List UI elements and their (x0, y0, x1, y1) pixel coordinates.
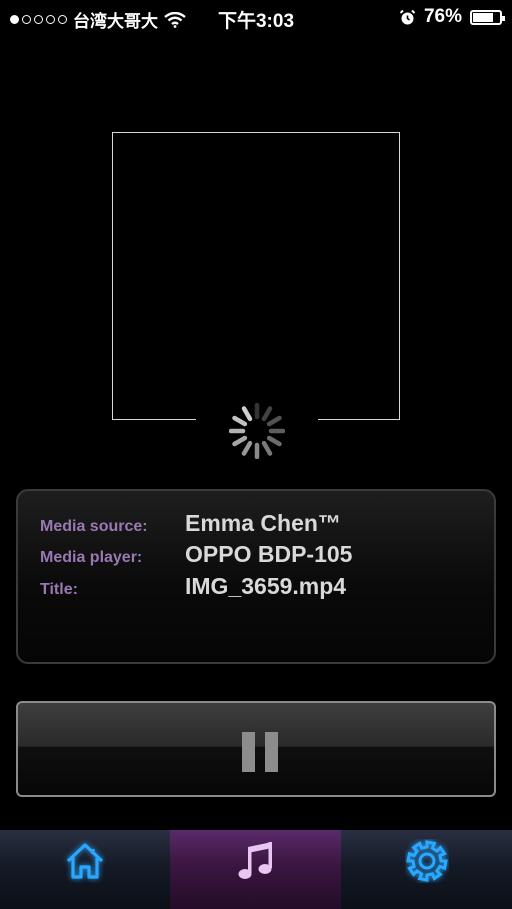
tab-music[interactable] (170, 830, 341, 909)
battery-percent: 76% (423, 6, 462, 27)
spinner-spoke (232, 435, 248, 447)
tab-settings[interactable] (341, 830, 512, 909)
media-source-row: Media source: Emma Chen™ (40, 510, 341, 537)
media-source-label: Media source: (40, 518, 148, 535)
media-player-label: Media player: (40, 549, 143, 566)
media-info-panel: Media source: Emma Chen™ Media player: O… (16, 489, 496, 664)
title-value: IMG_3659.mp4 (185, 573, 347, 599)
battery-icon (470, 9, 505, 25)
media-source-value: Emma Chen™ (185, 510, 341, 536)
media-player-value: OPPO BDP-105 (185, 541, 353, 567)
alarm-icon (399, 9, 416, 24)
home-icon (66, 843, 104, 879)
status-right: 76% (399, 6, 505, 28)
title-row: Title: IMG_3659.mp4 (40, 573, 346, 600)
media-player-row: Media player: OPPO BDP-105 (40, 541, 352, 568)
pause-icon (242, 732, 278, 772)
status-bar: 台湾大哥大 下午3:03 76% (0, 0, 512, 34)
spinner-spoke (232, 415, 248, 427)
loading-spinner-icon (229, 403, 285, 459)
music-note-icon (238, 842, 272, 879)
spinner-spoke (241, 406, 253, 422)
spinner-spoke (241, 440, 253, 456)
tab-home[interactable] (0, 830, 170, 909)
spinner-spoke (261, 440, 273, 456)
pause-button[interactable] (16, 701, 496, 797)
tab-bar (0, 830, 512, 909)
spinner-spoke (266, 435, 282, 447)
title-label: Title: (40, 581, 78, 598)
spinner-spoke (261, 406, 273, 422)
gear-icon (406, 840, 448, 882)
spinner-spoke (266, 415, 282, 427)
album-artwork-frame (112, 132, 400, 420)
